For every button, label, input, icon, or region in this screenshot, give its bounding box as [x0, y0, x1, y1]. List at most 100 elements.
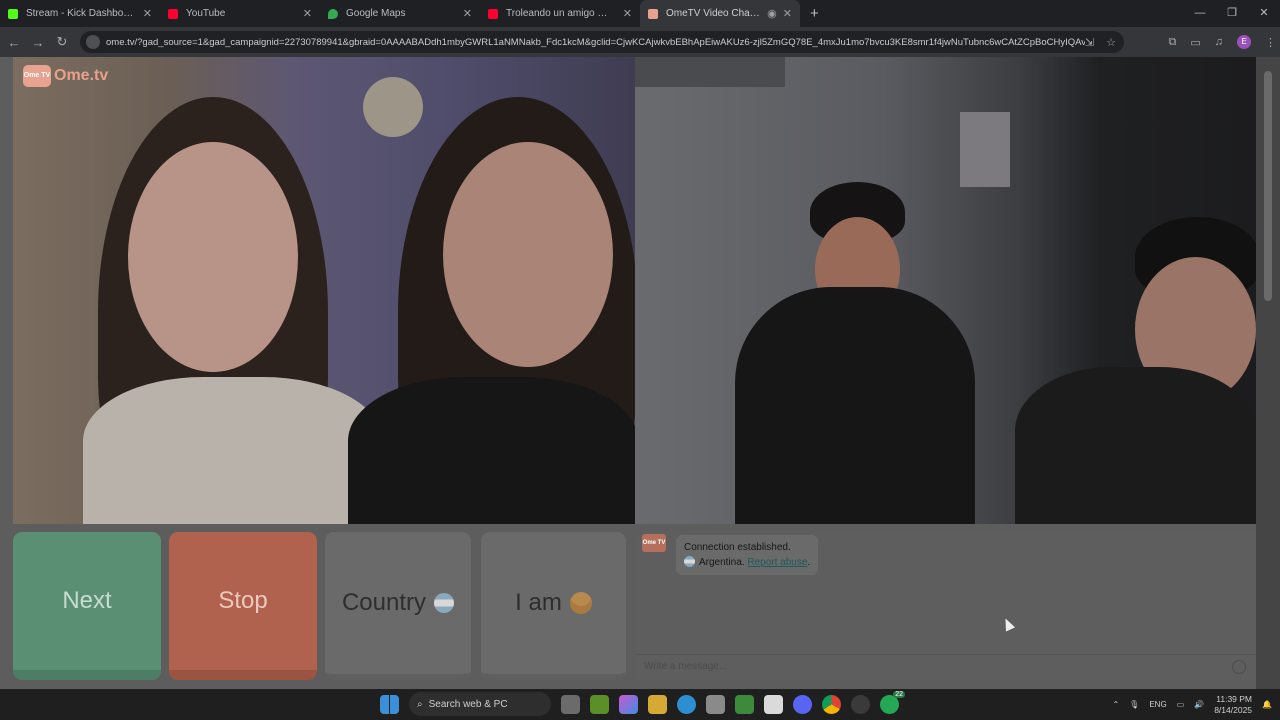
- argentina-flag-icon: [434, 593, 455, 613]
- person-shirt: [83, 377, 383, 524]
- task-view-icon[interactable]: [561, 694, 580, 714]
- reload-icon[interactable]: ↻: [50, 34, 74, 50]
- person-shirt: [348, 377, 635, 524]
- emoji-icon[interactable]: [1232, 660, 1246, 674]
- connection-status: Connection established.: [684, 542, 791, 553]
- display-icon[interactable]: ▭: [1177, 700, 1185, 709]
- page-scrollbar[interactable]: [1256, 57, 1280, 689]
- back-icon[interactable]: ←: [2, 35, 26, 50]
- whatsapp-badge: 22: [893, 690, 905, 698]
- youtube-icon: [488, 8, 498, 19]
- record-icon: ◉: [767, 8, 777, 20]
- logo-text: Ome.tv: [54, 67, 109, 84]
- maps-icon: [328, 8, 338, 19]
- scrollbar-thumb[interactable]: [1264, 71, 1272, 301]
- shelf-decoration: [635, 57, 785, 87]
- person-face: [128, 142, 298, 372]
- browser-toolbar: ← → ↻ ome.tv/?gad_source=1&gad_campaigni…: [0, 27, 1280, 57]
- url-text[interactable]: ome.tv/?gad_source=1&gad_campaignid=2273…: [106, 37, 1085, 48]
- tab-ometv[interactable]: OmeTV Video Chat — Ome ◉ ✕: [640, 0, 800, 27]
- tab-google-maps[interactable]: Google Maps ✕: [320, 0, 480, 27]
- language-indicator[interactable]: ENG: [1149, 700, 1166, 709]
- clock-time: 11:39 PM: [1216, 693, 1253, 704]
- stranger-country: Argentina.: [699, 557, 745, 568]
- bookmark-star-icon[interactable]: ☆: [1106, 36, 1116, 49]
- chat-panel: Ome TV Connection established. Argentina…: [636, 532, 1256, 680]
- stranger-country-line: Argentina. Report abuse.: [684, 555, 810, 570]
- system-message: Connection established. Argentina. Repor…: [676, 535, 819, 575]
- youtube-icon: [168, 8, 178, 19]
- next-button[interactable]: Next: [13, 532, 161, 680]
- document-icon[interactable]: [764, 694, 783, 714]
- restore-icon[interactable]: ❐: [1216, 0, 1248, 27]
- store-icon[interactable]: [706, 694, 725, 714]
- new-tab-button[interactable]: +: [800, 0, 829, 27]
- cast-icon[interactable]: ▭: [1190, 36, 1200, 49]
- tab-title: YouTube: [186, 8, 226, 19]
- notification-bell-icon[interactable]: 🔔: [1262, 700, 1272, 709]
- wall-clock-decoration: [363, 77, 423, 137]
- obs-icon[interactable]: [851, 694, 870, 714]
- xbox-icon[interactable]: [735, 694, 754, 714]
- address-bar[interactable]: ome.tv/?gad_source=1&gad_campaignid=2273…: [80, 31, 1124, 53]
- message-input[interactable]: Write a message...: [636, 654, 1256, 680]
- close-icon[interactable]: ✕: [143, 7, 152, 20]
- microphone-icon[interactable]: 🎙: [1129, 700, 1139, 709]
- tab-title: OmeTV Video Chat — Ome: [666, 8, 761, 19]
- nvidia-icon[interactable]: [590, 694, 609, 714]
- close-icon[interactable]: ✕: [463, 7, 472, 20]
- country-label: Country: [341, 589, 427, 616]
- file-explorer-icon[interactable]: [648, 694, 667, 714]
- tab-kick-dashboard[interactable]: Stream - Kick Dashboard ✕: [0, 0, 160, 27]
- extensions-icon[interactable]: ⧉: [1168, 36, 1176, 49]
- close-window-icon[interactable]: ✕: [1248, 0, 1280, 27]
- whatsapp-icon[interactable]: 22: [880, 690, 905, 714]
- tab-youtube-video[interactable]: Troleando un amigo 😂 - YouT ✕: [480, 0, 640, 27]
- tab-title: Google Maps: [346, 8, 406, 19]
- person-shirt: [735, 287, 975, 524]
- browser-tab-strip: Stream - Kick Dashboard ✕ YouTube ✕ Goog…: [0, 0, 1280, 27]
- taskbar-search[interactable]: ⌕ Search web & PC: [409, 692, 551, 716]
- tab-title: Troleando un amigo 😂 - YouT: [506, 8, 617, 19]
- report-abuse-link[interactable]: Report abuse: [747, 557, 807, 568]
- chrome-icon[interactable]: [822, 694, 841, 714]
- system-tray: ⌃ 🎙 ENG ▭ 🔊 11:39 PM 8/14/2025 🔔: [1112, 689, 1272, 720]
- tab-title: Stream - Kick Dashboard: [26, 8, 137, 19]
- close-icon[interactable]: ✕: [623, 7, 632, 20]
- tab-youtube[interactable]: YouTube ✕: [160, 0, 320, 27]
- ometv-icon: [648, 8, 658, 19]
- windows-start-icon[interactable]: [380, 694, 399, 714]
- logo-box: Ome TV: [23, 65, 51, 87]
- profile-avatar[interactable]: E: [1237, 35, 1251, 49]
- close-icon[interactable]: ✕: [783, 7, 792, 20]
- forward-icon[interactable]: →: [26, 35, 50, 50]
- remote-video: [635, 57, 1256, 524]
- ometv-logo[interactable]: Ome TV Ome.tv: [23, 65, 108, 87]
- chevron-up-icon[interactable]: ⌃: [1112, 700, 1119, 709]
- discord-icon[interactable]: [793, 694, 812, 714]
- volume-icon[interactable]: 🔊: [1194, 700, 1204, 709]
- country-button[interactable]: Country: [325, 532, 471, 680]
- install-app-icon[interactable]: ⇲: [1085, 36, 1094, 49]
- clock[interactable]: 11:39 PM 8/14/2025: [1214, 694, 1252, 716]
- close-icon[interactable]: ✕: [303, 7, 312, 20]
- poster-decoration: [960, 112, 1010, 187]
- copilot-icon[interactable]: [619, 694, 638, 714]
- minimize-icon[interactable]: —: [1184, 0, 1216, 27]
- ometv-page: Ome TV Ome.tv Next Stop Country I am Ome…: [0, 57, 1280, 689]
- person-shirt: [1015, 367, 1256, 524]
- stop-button[interactable]: Stop: [169, 532, 317, 680]
- argentina-flag-icon: [684, 556, 695, 567]
- boy-face-icon: [569, 592, 592, 614]
- search-icon: ⌕: [417, 698, 423, 710]
- next-label: Next: [62, 587, 112, 614]
- edge-icon[interactable]: [677, 694, 696, 714]
- local-video: Ome TV Ome.tv: [13, 57, 635, 524]
- menu-icon[interactable]: ⋮: [1265, 36, 1276, 49]
- site-info-icon[interactable]: [86, 35, 100, 49]
- ometv-icon: Ome TV: [642, 534, 666, 552]
- media-icon[interactable]: ♫: [1215, 36, 1223, 48]
- gender-label: I am: [515, 589, 562, 616]
- gender-button[interactable]: I am: [481, 532, 626, 680]
- window-controls: — ❐ ✕: [1184, 0, 1280, 27]
